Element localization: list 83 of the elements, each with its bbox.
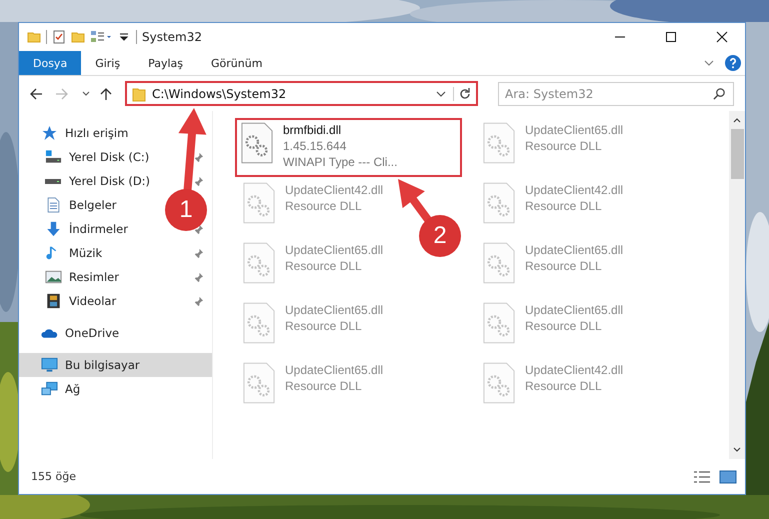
pin-icon[interactable] — [193, 176, 204, 186]
minimize-icon — [614, 36, 626, 38]
file-name: brmfbidi.dll — [283, 122, 342, 138]
file-name: UpdateClient65.dll — [525, 242, 624, 258]
file-detail: 1.45.15.644 — [283, 138, 348, 154]
picture-icon — [45, 269, 62, 285]
pin-icon[interactable] — [193, 272, 204, 282]
pin-icon[interactable] — [193, 152, 204, 162]
ribbon-tab[interactable]: Dosya — [19, 51, 82, 75]
file-detail: Resource DLL — [525, 318, 603, 334]
gear-file-icon — [243, 182, 275, 224]
tiles-view-icon[interactable] — [719, 470, 737, 484]
gear-file-icon — [243, 242, 275, 284]
file-name: UpdateClient65.dll — [285, 242, 384, 258]
pin-icon[interactable] — [193, 248, 204, 258]
file-detail: Resource DLL — [525, 138, 603, 154]
file-detail: Resource DLL — [525, 198, 603, 214]
file-detail: Resource DLL — [525, 258, 603, 274]
drive-icon — [45, 149, 62, 165]
file-detail: Resource DLL — [285, 378, 363, 394]
up-icon[interactable] — [99, 86, 113, 100]
view-icon[interactable] — [90, 30, 112, 44]
address-field[interactable]: C:\Windows\System32 — [125, 81, 478, 106]
item-count: 155 öğe — [31, 470, 76, 483]
search-icon — [713, 86, 726, 100]
gear-file-icon — [243, 362, 275, 404]
sidebar-item[interactable]: Müzik — [19, 241, 106, 265]
help-icon[interactable] — [725, 55, 741, 71]
gear-file-icon — [483, 302, 515, 344]
file-name: UpdateClient65.dll — [525, 302, 624, 318]
monitor-icon — [41, 357, 58, 373]
scrollbar[interactable] — [729, 111, 745, 459]
drive-icon — [45, 178, 61, 184]
gear-file-icon — [483, 122, 515, 164]
file-name: UpdateClient42.dll — [525, 182, 624, 198]
step-number: 1 — [178, 195, 194, 225]
file-name: UpdateClient42.dll — [285, 182, 384, 198]
ribbon-tab[interactable]: Paylaş — [134, 51, 197, 75]
pin-icon[interactable] — [193, 296, 204, 306]
step-number: 2 — [432, 221, 448, 251]
network-icon — [41, 381, 58, 397]
pin-icon[interactable] — [193, 224, 204, 234]
gear-file-icon — [483, 242, 515, 284]
sidebar-item[interactable]: OneDrive — [19, 321, 212, 345]
maximize-icon — [665, 31, 677, 43]
download-icon — [45, 221, 62, 237]
back-icon[interactable] — [29, 86, 43, 100]
gear-file-icon — [483, 362, 515, 404]
close-icon — [716, 31, 728, 43]
sidebar-item[interactable]: Belgeler — [19, 193, 121, 217]
gear-file-icon — [483, 182, 515, 224]
file-detail: Resource DLL — [525, 378, 603, 394]
scroll-thumb[interactable] — [730, 129, 744, 179]
file-detail: Resource DLL — [285, 318, 363, 334]
sidebar-item[interactable]: Videolar — [19, 289, 120, 313]
sidebar-item[interactable]: Yerel Disk (D:) — [19, 169, 154, 193]
sidebar-item[interactable]: Ağ — [19, 377, 212, 401]
search-field[interactable]: Ara: System32 — [498, 82, 734, 106]
file-name: UpdateClient65.dll — [525, 122, 624, 138]
star-icon — [41, 125, 58, 141]
file-detail: WINAPI Type --- Cli... — [283, 154, 398, 170]
sidebar-item[interactable]: Yerel Disk (C:) — [19, 145, 154, 169]
details-view-icon[interactable] — [693, 470, 711, 484]
sidebar-item[interactable]: Resimler — [19, 265, 123, 289]
file-name: UpdateClient65.dll — [285, 362, 384, 378]
ribbon-tab[interactable]: Görünüm — [197, 51, 276, 75]
film-icon — [45, 293, 62, 309]
sidebar-item[interactable]: Hızlı erişim — [19, 121, 212, 145]
sidebar-item[interactable]: İndirmeler — [19, 217, 132, 241]
file-detail: Resource DLL — [285, 258, 363, 274]
gear-file-icon — [243, 302, 275, 344]
gear-file-icon — [241, 122, 273, 164]
file-name: UpdateClient42.dll — [525, 362, 624, 378]
document-icon — [45, 197, 62, 213]
window-title: System32 — [142, 30, 202, 44]
file-detail: Resource DLL — [285, 198, 363, 214]
dropdown-icon[interactable] — [81, 88, 91, 98]
file-name: UpdateClient65.dll — [285, 302, 384, 318]
file-item[interactable]: brmfbidi.dll 1.45.15.644 WINAPI Type --- Cli... — [235, 118, 462, 177]
ribbon-tab[interactable]: Giriş — [81, 51, 134, 75]
sidebar-item[interactable]: Bu bilgisayar — [19, 353, 212, 377]
folder-icon — [132, 86, 146, 102]
properties-icon[interactable] — [52, 30, 66, 44]
